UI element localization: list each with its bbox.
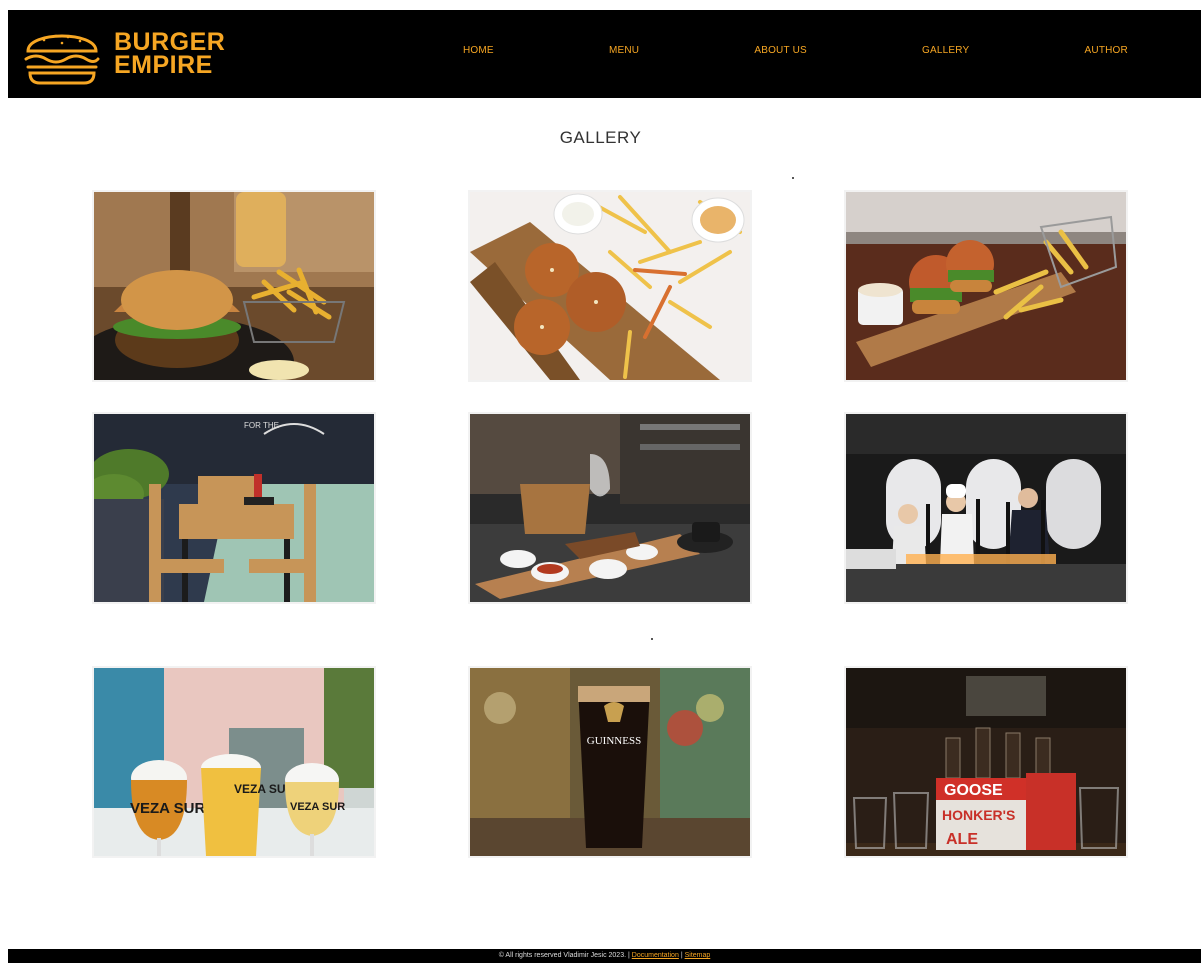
gallery-photo-restaurant-table[interactable]: FOR THE: [94, 414, 374, 602]
brand-name: BURGER EMPIRE: [114, 30, 225, 79]
site-header: BURGER EMPIRE HOME MENU ABOUT US GALLERY…: [8, 10, 1201, 98]
gallery-photo-burgers-plank[interactable]: [846, 192, 1126, 380]
glass-label-1: VEZA SUR: [130, 800, 205, 817]
glass-label-3: VEZA SUR: [290, 801, 345, 813]
gallery-photo-guinness-pint[interactable]: GUINNESS: [470, 668, 750, 856]
box-label-goose: GOOSE: [944, 782, 1003, 799]
gallery-photo-burgers-board[interactable]: [470, 192, 750, 380]
documentation-link[interactable]: Documentation: [632, 952, 679, 959]
wall-lettering: FOR THE: [244, 421, 279, 430]
nav-about-us[interactable]: ABOUT US: [754, 45, 807, 56]
stray-dot: [651, 638, 653, 640]
box-label-ale: ALE: [946, 831, 978, 848]
nav-menu[interactable]: MENU: [609, 45, 639, 56]
nav-home[interactable]: HOME: [463, 45, 494, 56]
main-nav: HOME MENU ABOUT US GALLERY AUTHOR: [463, 45, 1128, 56]
gallery-photo-veza-sur-beers[interactable]: VEZA SUR VEZA SUR VEZA SUR: [94, 668, 374, 856]
glass-brand-label: GUINNESS: [587, 735, 641, 747]
stray-dot: [792, 177, 794, 179]
logo[interactable]: BURGER EMPIRE: [22, 21, 225, 87]
nav-author[interactable]: AUTHOR: [1085, 45, 1128, 56]
footer-separator: |: [680, 952, 683, 959]
page-title: GALLERY: [559, 128, 642, 147]
site-footer: © All rights reserved Vladimir Jesic 202…: [8, 949, 1201, 963]
gallery-photo-snack-platter[interactable]: [470, 414, 750, 602]
copyright-text: © All rights reserved Vladimir Jesic 202…: [498, 952, 630, 959]
gallery-photo-kitchen-chefs[interactable]: [846, 414, 1126, 602]
nav-gallery[interactable]: GALLERY: [922, 45, 969, 56]
gallery-photo-burger-fries[interactable]: [94, 192, 374, 380]
brand-line-2: EMPIRE: [114, 51, 213, 79]
burger-icon: [24, 34, 100, 85]
gallery-photo-goose-ale[interactable]: GOOSE HONKER'S ALE: [846, 668, 1126, 856]
box-label-honkers: HONKER'S: [942, 807, 1015, 823]
sitemap-link[interactable]: Sitemap: [685, 952, 711, 959]
